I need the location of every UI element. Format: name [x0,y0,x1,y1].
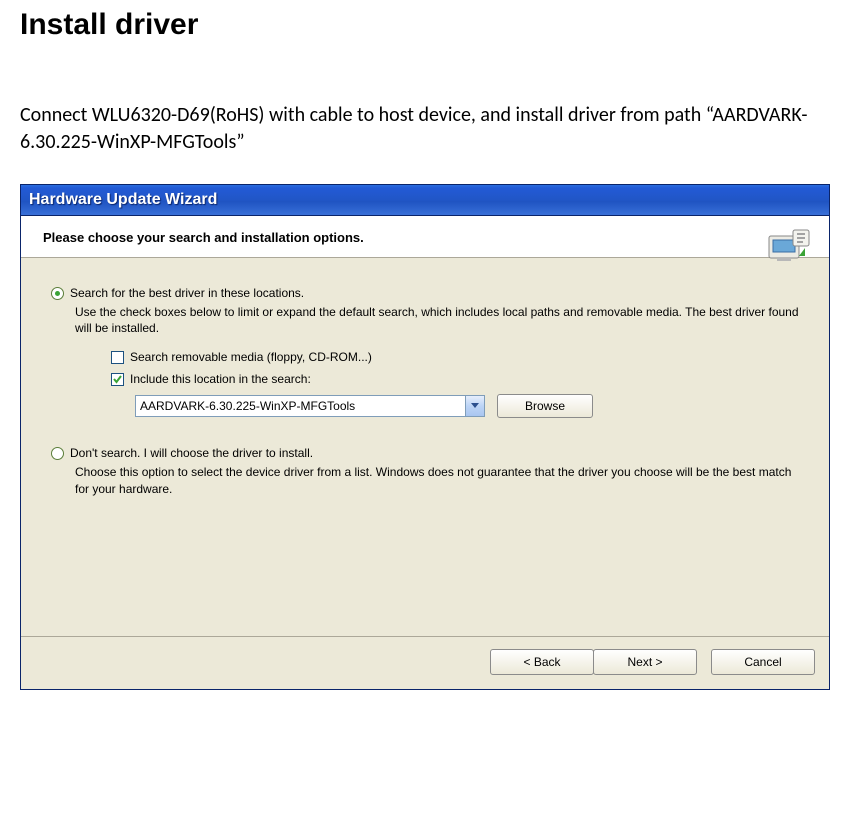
check-include-row[interactable]: Include this location in the search: [111,372,799,386]
titlebar: Hardware Update Wizard [21,185,829,216]
radio-manual-label: Don't search. I will choose the driver t… [70,446,313,460]
check-include-label: Include this location in the search: [130,372,311,386]
radio-search-desc: Use the check boxes below to limit or ex… [75,304,799,336]
back-button[interactable]: < Back [490,649,594,675]
path-value[interactable]: AARDVARK-6.30.225-WinXP-MFGTools [136,396,465,416]
radio-search-label: Search for the best driver in these loca… [70,286,304,300]
radio-search-row[interactable]: Search for the best driver in these loca… [51,286,799,300]
wizard-buttons: < Back Next > Cancel [21,636,829,689]
check-include[interactable] [111,373,124,386]
wizard-icon [767,226,811,271]
radio-manual-desc: Choose this option to select the device … [75,464,799,496]
check-removable-label: Search removable media (floppy, CD-ROM..… [130,350,372,364]
radio-search[interactable] [51,287,64,300]
wizard-header: Please choose your search and installati… [21,216,829,258]
instruction-text: Connect WLU6320-D69(RoHS) with cable to … [20,102,830,156]
wizard-content: Search for the best driver in these loca… [21,258,829,636]
check-removable[interactable] [111,351,124,364]
check-removable-row[interactable]: Search removable media (floppy, CD-ROM..… [111,350,799,364]
window-title: Hardware Update Wizard [29,191,217,209]
path-combobox[interactable]: AARDVARK-6.30.225-WinXP-MFGTools [135,395,485,417]
next-button[interactable]: Next > [593,649,697,675]
cancel-button[interactable]: Cancel [711,649,815,675]
browse-button[interactable]: Browse [497,394,593,418]
radio-manual-row[interactable]: Don't search. I will choose the driver t… [51,446,799,460]
wizard-header-title: Please choose your search and installati… [43,230,364,245]
combobox-dropdown-button[interactable] [465,396,484,416]
chevron-down-icon [471,403,479,409]
wizard-window: Hardware Update Wizard Please choose you… [20,184,830,690]
page-title: Install driver [20,8,830,42]
radio-manual[interactable] [51,447,64,460]
